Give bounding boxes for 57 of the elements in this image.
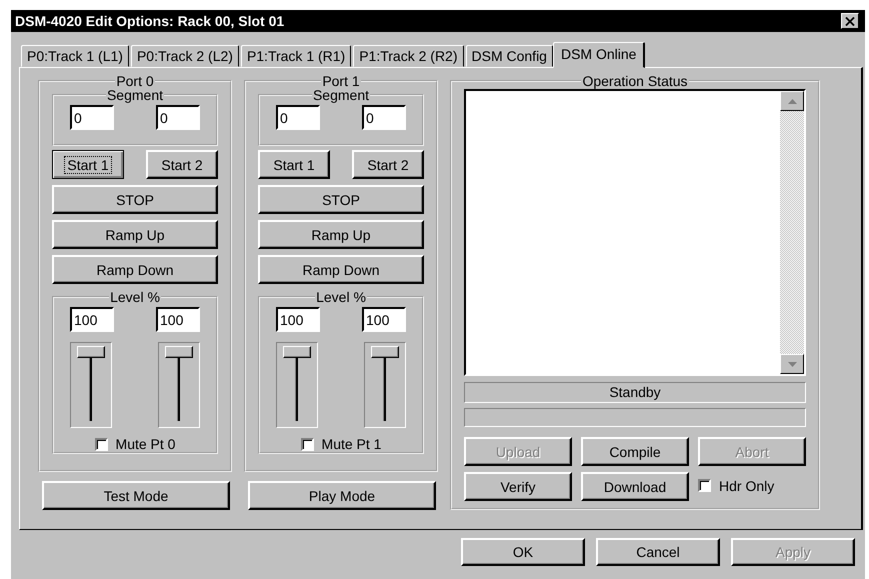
- status-text: Standby: [464, 382, 806, 403]
- tab[interactable]: P0:Track 1 (L1): [21, 45, 129, 67]
- checkbox-label: Mute Pt 0: [116, 436, 176, 452]
- tab[interactable]: DSM Online: [552, 42, 646, 68]
- tab[interactable]: P1:Track 2 (R2): [353, 45, 464, 67]
- button[interactable]: STOP: [258, 185, 424, 214]
- checkbox[interactable]: [300, 438, 314, 450]
- button[interactable]: Download: [581, 472, 689, 501]
- slider-thumb[interactable]: [165, 346, 193, 358]
- group-title: Operation Status: [581, 74, 689, 88]
- button[interactable]: Start 2: [146, 150, 218, 179]
- group-title: Port 0: [115, 74, 155, 88]
- down-arrow-icon: [788, 362, 796, 366]
- button[interactable]: Play Mode: [248, 481, 436, 510]
- close-button[interactable]: [841, 13, 859, 29]
- window-title: DSM-4020 Edit Options: Rack 00, Slot 01: [15, 13, 284, 29]
- input-field[interactable]: 0: [362, 105, 406, 130]
- up-arrow-icon: [788, 98, 796, 104]
- input-field[interactable]: 100: [276, 307, 320, 332]
- input-field[interactable]: 0: [70, 105, 114, 130]
- button[interactable]: Verify: [464, 472, 572, 501]
- input-field[interactable]: 0: [276, 105, 320, 130]
- input-field[interactable]: 100: [70, 307, 114, 332]
- button[interactable]: Test Mode: [42, 481, 230, 510]
- tab[interactable]: DSM Config: [466, 45, 553, 67]
- checkbox[interactable]: [698, 479, 711, 492]
- close-icon: [845, 16, 855, 26]
- button[interactable]: Ramp Up: [52, 220, 218, 249]
- checkbox-label: Hdr Only: [719, 478, 774, 494]
- tab[interactable]: P0:Track 2 (L2): [130, 45, 239, 67]
- scroll-up-button[interactable]: [780, 91, 804, 111]
- scrollbar[interactable]: [780, 91, 804, 374]
- group-title: Segment: [312, 88, 370, 102]
- group-title: Port 1: [321, 74, 361, 88]
- checkbox[interactable]: [94, 438, 108, 450]
- button[interactable]: Compile: [581, 437, 689, 466]
- button[interactable]: Cancel: [596, 538, 720, 566]
- input-field[interactable]: 0: [156, 105, 200, 130]
- checkbox-label: Mute Pt 1: [322, 436, 382, 452]
- button[interactable]: OK: [461, 538, 585, 566]
- button[interactable]: Ramp Down: [52, 255, 218, 284]
- input-field[interactable]: 100: [362, 307, 406, 332]
- button[interactable]: Start 1: [52, 150, 124, 179]
- scroll-down-button[interactable]: [780, 354, 804, 374]
- button[interactable]: Ramp Up: [258, 220, 424, 249]
- group-title: Segment: [106, 88, 164, 102]
- button[interactable]: Start 2: [352, 150, 424, 179]
- group-title: Level %: [109, 290, 161, 304]
- group-title: Level %: [315, 290, 367, 304]
- tab[interactable]: P1:Track 1 (R1): [240, 45, 352, 67]
- input-field[interactable]: 100: [156, 307, 200, 332]
- slider-thumb[interactable]: [283, 346, 311, 358]
- button[interactable]: STOP: [52, 185, 218, 214]
- slider-thumb[interactable]: [77, 346, 105, 358]
- button[interactable]: Start 1: [258, 150, 330, 179]
- slider-thumb[interactable]: [371, 346, 399, 358]
- button[interactable]: Ramp Down: [258, 255, 424, 284]
